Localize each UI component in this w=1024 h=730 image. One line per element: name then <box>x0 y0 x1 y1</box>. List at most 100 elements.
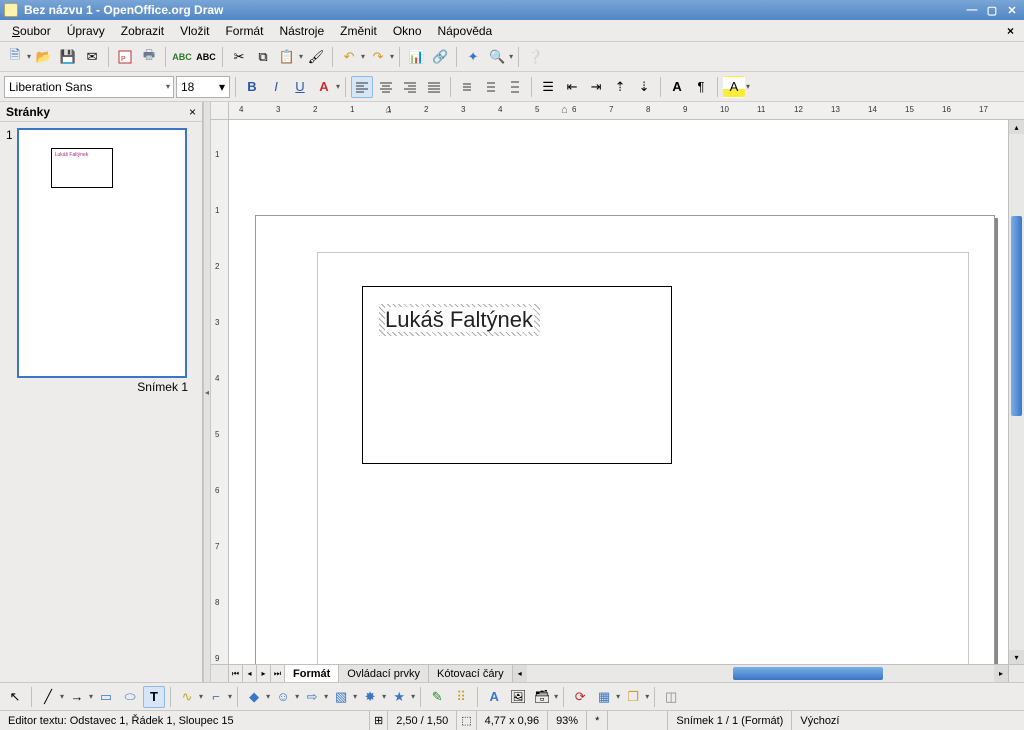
menu-insert[interactable]: Vložit <box>172 22 217 40</box>
select-tool[interactable]: ↖ <box>4 686 26 708</box>
font-name-combo[interactable]: ▾ <box>4 76 174 98</box>
canvas[interactable]: Lukáš Faltýnek <box>229 120 1008 664</box>
glue-points-tool[interactable]: ⠿ <box>450 686 472 708</box>
zoom-button[interactable]: 🔍 <box>486 46 508 68</box>
font-name-input[interactable] <box>9 80 164 94</box>
menu-modify[interactable]: Změnit <box>332 22 385 40</box>
symbol-shapes-tool[interactable]: ☺ <box>272 686 294 708</box>
char-dialog-button[interactable]: A <box>666 76 688 98</box>
vertical-scrollbar[interactable]: ▴ ▾ <box>1008 120 1024 664</box>
scroll-left-icon[interactable]: ◂ <box>513 665 527 682</box>
maximize-button[interactable]: ▢ <box>984 3 1000 17</box>
move-down-button[interactable]: ⇣ <box>633 76 655 98</box>
promote-button[interactable]: ⇤ <box>561 76 583 98</box>
close-button[interactable]: ✕ <box>1004 3 1020 17</box>
line-spacing-2-button[interactable] <box>504 76 526 98</box>
font-size-input[interactable] <box>181 80 219 94</box>
email-button[interactable]: ✉ <box>81 46 103 68</box>
font-size-dropdown-icon[interactable]: ▾ <box>219 80 225 94</box>
flowchart-tool[interactable]: ▧ <box>330 686 352 708</box>
menu-edit[interactable]: Úpravy <box>59 22 113 40</box>
navigator-button[interactable]: ✦ <box>462 46 484 68</box>
arrange-tool[interactable]: ❐ <box>622 686 644 708</box>
redo-button[interactable]: ↷ <box>367 46 389 68</box>
edit-points-tool[interactable]: ✎ <box>426 686 448 708</box>
move-up-button[interactable]: ⇡ <box>609 76 631 98</box>
indent-marker-right[interactable]: ⌂ <box>561 104 568 116</box>
menu-window[interactable]: Okno <box>385 22 430 40</box>
extrusion-tool[interactable]: ◫ <box>660 686 682 708</box>
bold-button[interactable]: B <box>241 76 263 98</box>
tab-nav-prev[interactable]: ◂ <box>243 665 257 682</box>
text-frame[interactable]: Lukáš Faltýnek <box>379 304 540 336</box>
menu-file[interactable]: Soubor <box>4 22 59 40</box>
callout-tool[interactable]: ✸ <box>359 686 381 708</box>
text-tool[interactable]: T <box>143 686 165 708</box>
vscroll-thumb[interactable] <box>1011 216 1022 416</box>
font-name-dropdown-icon[interactable]: ▾ <box>164 82 172 91</box>
cut-button[interactable]: ✂ <box>228 46 250 68</box>
open-button[interactable]: 📂 <box>33 46 55 68</box>
paste-button[interactable]: 📋 <box>276 46 298 68</box>
connector-tool[interactable]: ⌐ <box>205 686 227 708</box>
menu-help[interactable]: Nápověda <box>430 22 501 40</box>
format-paint-button[interactable]: 🖌 <box>305 46 327 68</box>
tab-nav-last[interactable]: ⏭ <box>271 665 285 682</box>
para-dialog-button[interactable]: ¶ <box>690 76 712 98</box>
highlight-color-button[interactable]: A <box>723 76 745 98</box>
scroll-down-icon[interactable]: ▾ <box>1009 650 1024 664</box>
menu-tools[interactable]: Nástroje <box>271 22 332 40</box>
tab-nav-next[interactable]: ▸ <box>257 665 271 682</box>
copy-button[interactable]: ⧉ <box>252 46 274 68</box>
rectangle-tool[interactable]: ▭ <box>95 686 117 708</box>
help-button[interactable]: ❔ <box>524 46 546 68</box>
underline-button[interactable]: U <box>289 76 311 98</box>
save-button[interactable]: 💾 <box>57 46 79 68</box>
export-pdf-button[interactable]: P <box>114 46 136 68</box>
hscroll-thumb[interactable] <box>733 667 883 680</box>
align-left-button[interactable] <box>351 76 373 98</box>
line-spacing-15-button[interactable] <box>480 76 502 98</box>
scroll-right-icon[interactable]: ▸ <box>994 665 1008 682</box>
pages-panel-close[interactable]: × <box>189 105 196 119</box>
tab-format[interactable]: Formát <box>285 665 339 682</box>
rotate-tool[interactable]: ⟳ <box>569 686 591 708</box>
ellipse-tool[interactable]: ⬭ <box>119 686 141 708</box>
vertical-ruler[interactable]: 1123456789 <box>211 120 229 664</box>
autospell-button[interactable]: ABC <box>195 46 217 68</box>
align-center-button[interactable] <box>375 76 397 98</box>
print-button[interactable]: 🖶 <box>138 46 160 68</box>
panel-collapse-handle[interactable] <box>203 102 211 682</box>
arrow-tool[interactable]: → <box>66 686 88 708</box>
bullets-button[interactable]: ☰ <box>537 76 559 98</box>
font-size-combo[interactable]: ▾ <box>176 76 230 98</box>
menu-view[interactable]: Zobrazit <box>113 22 172 40</box>
new-button[interactable]: 🗎 <box>4 46 26 68</box>
tab-nav-first[interactable]: ⏮ <box>229 665 243 682</box>
align-right-button[interactable] <box>399 76 421 98</box>
chart-button[interactable]: 📊 <box>405 46 427 68</box>
fontwork-tool[interactable]: A <box>483 686 505 708</box>
italic-button[interactable]: I <box>265 76 287 98</box>
tab-dimension[interactable]: Kótovací čáry <box>429 665 513 682</box>
curve-tool[interactable]: ∿ <box>176 686 198 708</box>
horizontal-ruler[interactable]: ⌂ ⌂ 43211234567891011121314151617 <box>211 102 1024 120</box>
font-color-button[interactable]: A <box>313 76 335 98</box>
menu-format[interactable]: Formát <box>217 22 271 40</box>
slide-thumbnail[interactable]: Lukáš Faltýnek <box>17 128 187 378</box>
scroll-up-icon[interactable]: ▴ <box>1009 120 1024 134</box>
minimize-button[interactable]: — <box>964 3 980 17</box>
from-file-tool[interactable]: 🖼 <box>507 686 529 708</box>
align-justify-button[interactable] <box>423 76 445 98</box>
demote-button[interactable]: ⇥ <box>585 76 607 98</box>
spellcheck-button[interactable]: ABC <box>171 46 193 68</box>
gallery-tool[interactable]: 🗃 <box>531 686 553 708</box>
basic-shapes-tool[interactable]: ◆ <box>243 686 265 708</box>
tab-controls[interactable]: Ovládací prvky <box>339 665 429 682</box>
block-arrows-tool[interactable]: ⇨ <box>301 686 323 708</box>
line-spacing-1-button[interactable] <box>456 76 478 98</box>
horizontal-scrollbar[interactable]: ◂ ▸ <box>513 665 1008 682</box>
line-tool[interactable]: ╱ <box>37 686 59 708</box>
hyperlink-button[interactable]: 🔗 <box>429 46 451 68</box>
undo-button[interactable]: ↶ <box>338 46 360 68</box>
